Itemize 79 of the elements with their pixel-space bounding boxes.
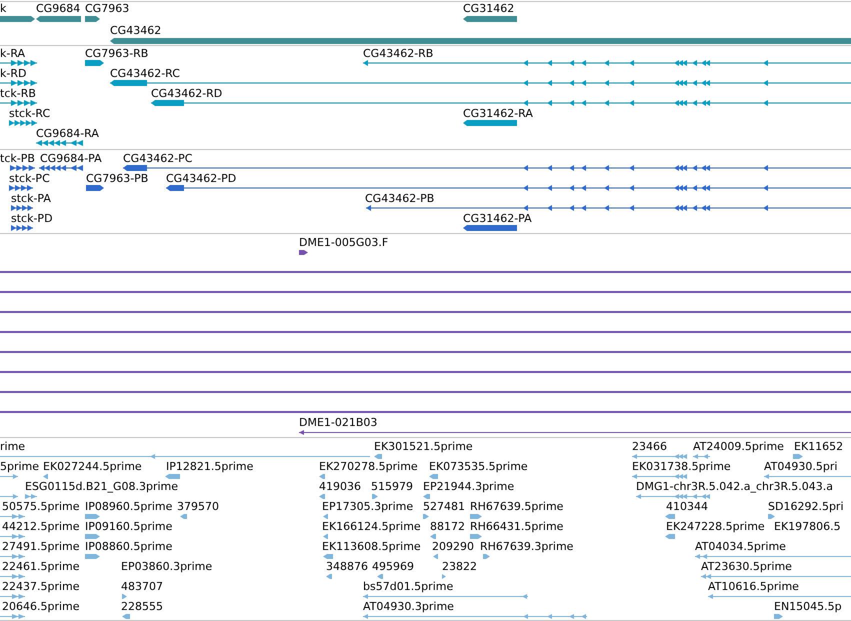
feature-label: CG43462-PB (365, 192, 434, 205)
feature-label: AT10616.5prime (708, 580, 799, 593)
feature-label: stck-RC (9, 107, 50, 120)
feature-label: EK113608.5prime (322, 540, 421, 553)
feature-label: 88172 (430, 520, 465, 533)
feature-label: SD16292.5pri (768, 500, 844, 513)
feature-label: 22437.5prime (2, 580, 80, 593)
feature-label: CG43462-RD (151, 87, 222, 100)
feature-label: k-RA (0, 47, 26, 60)
feature-label: CG31462 (463, 2, 514, 15)
feature-label: CG9684-RA (36, 127, 99, 140)
feature-label: 20646.5prime (2, 600, 80, 613)
feature-label: EK073535.5prime (429, 460, 528, 473)
feature-label: 22461.5prime (2, 560, 80, 573)
feature-label: EK197806.5 (774, 520, 841, 533)
feature-label: 209290 (432, 540, 474, 553)
feature-label: k-RD (0, 67, 26, 80)
feature-label: tck-RB (0, 87, 36, 100)
feature-label: CG9684-PA (40, 152, 102, 165)
feature-label: 419036 (319, 480, 361, 493)
feature-label: CG9684 (36, 2, 80, 15)
feature-label: stck-PD (11, 212, 53, 225)
feature-label: DMG1-chr3R.5.042.a_chr3R.5.043.a (636, 480, 833, 493)
feature-label: EK027244.5prime (43, 460, 142, 473)
feature-label: stck-PA (11, 192, 51, 205)
feature-label: DME1-005G03.F (299, 236, 388, 249)
feature-label: 495969 (372, 560, 414, 573)
feature-label: CG43462-PD (166, 172, 236, 185)
feature-label: IP08860.5prime (85, 540, 172, 553)
feature-label: EK270278.5prime (319, 460, 418, 473)
feature-label: CG7963-PB (86, 172, 148, 185)
feature-label: CG7963-RB (85, 47, 148, 60)
feature-label: 527481 (423, 500, 465, 513)
feature-label: DME1-021B03 (299, 416, 378, 429)
feature-label: CG43462-RC (110, 67, 180, 80)
feature-label: 410344 (666, 500, 708, 513)
feature-label: IP08960.5prime (85, 500, 172, 513)
feature-label: 379570 (177, 500, 219, 513)
feature-label: 44212.5prime (2, 520, 80, 533)
feature-label: 228555 (121, 600, 163, 613)
feature-label: tck-PB (0, 152, 35, 165)
feature-label: CG31462-PA (463, 212, 532, 225)
feature-label: AT24009.5prime (693, 440, 784, 453)
feature-label: IP12821.5prime (166, 460, 254, 473)
feature-label: CG43462 (110, 24, 162, 37)
feature-label: AT04930.3prime (363, 600, 454, 613)
feature-label: 23466 (632, 440, 667, 453)
feature-label: AT04034.5prime (695, 540, 786, 553)
feature-label: RH67639.5prime (470, 500, 564, 513)
feature-label: EP17305.3prime (322, 500, 414, 513)
feature-label: ESG0115d.B21_G08.3prime (25, 480, 178, 493)
feature-label: 50575.5prime (2, 500, 80, 513)
feature-label: k (0, 2, 6, 15)
feature-label: IP09160.5prime (85, 520, 172, 533)
feature-label: EP21944.3prime (423, 480, 514, 493)
feature-label: EK301521.5prime (374, 440, 473, 453)
feature-label: 515979 (371, 480, 413, 493)
feature-label: EN15045.5p (774, 600, 842, 613)
feature-label: RH67639.3prime (480, 540, 574, 553)
feature-label: CG31462-RA (463, 107, 533, 120)
feature-label: 348876 (326, 560, 368, 573)
feature-label: EK031738.5prime (632, 460, 731, 473)
feature-label: AT04930.5pri (764, 460, 838, 473)
feature-label: 27491.5prime (2, 540, 80, 553)
feature-label: AT23630.5prime (701, 560, 792, 573)
feature-label: CG43462-RB (363, 47, 434, 60)
feature-label: EK247228.5prime (666, 520, 765, 533)
feature-label: stck-PC (9, 172, 50, 185)
feature-label: CG43462-PC (123, 152, 192, 165)
feature-label: EP03860.3prime (121, 560, 212, 573)
feature-label: 23822 (442, 560, 477, 573)
feature-label: EK166124.5prime (322, 520, 421, 533)
feature-label: 5prime (0, 460, 40, 473)
feature-label: EK11652 (794, 440, 844, 453)
feature-label: CG7963 (85, 2, 130, 15)
feature-label: bs57d01.5prime (363, 580, 454, 593)
feature-label: 483707 (121, 580, 163, 593)
feature-label: RH66431.5prime (470, 520, 564, 533)
feature-label: rime (0, 440, 26, 453)
